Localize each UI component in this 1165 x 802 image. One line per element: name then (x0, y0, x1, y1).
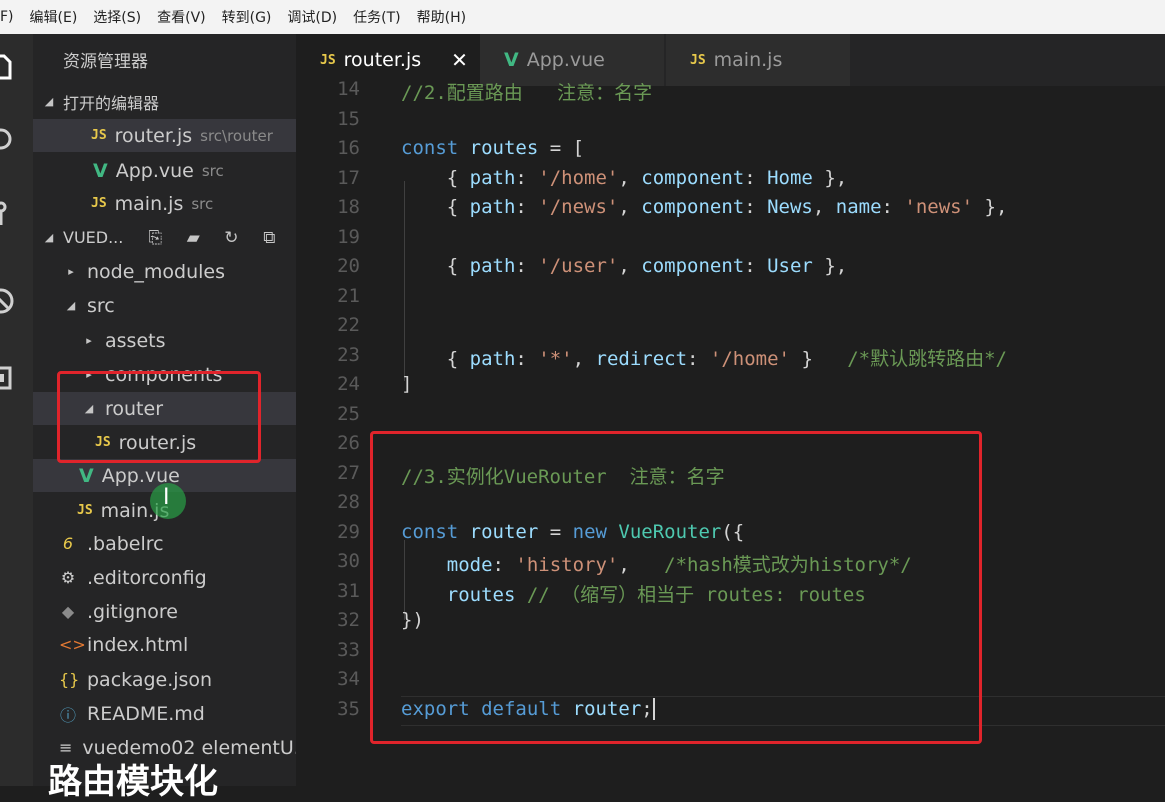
line-number: 32 (337, 609, 360, 631)
open-editor-router-js[interactable]: JS router.js src\router (33, 119, 296, 152)
text-cursor-icon: I (163, 485, 170, 510)
tree-item-src[interactable]: ◢ src (33, 289, 296, 322)
tree-item-babelrc[interactable]: 6 .babelrc (33, 527, 296, 560)
line-number: 33 (337, 638, 360, 661)
code-line[interactable]: { path: '*', redirect: '/home' } /*默认跳转路… (401, 344, 1007, 371)
tree-item-index-html[interactable]: <> index.html (33, 628, 296, 661)
extensions-icon[interactable] (0, 364, 16, 394)
video-caption: 路由模块化 (48, 762, 218, 802)
line-number: 25 (337, 402, 360, 425)
collapse-icon: ◢ (44, 231, 54, 244)
menu-debug[interactable]: 调试(D) (279, 7, 345, 27)
open-editor-app-vue[interactable]: V App.vue src (33, 154, 296, 187)
html-icon: <> (59, 635, 86, 654)
menu-tasks[interactable]: 任务(T) (345, 7, 408, 27)
js-file-icon: JS (77, 503, 93, 518)
code-line[interactable]: { path: '/user', component: User }, (401, 255, 847, 277)
line-number: 18 (337, 196, 360, 218)
line-number: 31 (337, 579, 360, 602)
vue-file-icon: V (79, 464, 94, 487)
menu-selection[interactable]: 选择(S) (85, 7, 149, 27)
close-icon[interactable]: ✕ (451, 48, 468, 72)
info-icon: ⓘ (59, 705, 76, 725)
tree-item-vuedemo02[interactable]: ≡ vuedemo02 elementU... (33, 731, 296, 764)
line-number: 28 (337, 491, 360, 513)
line-number: 24 (337, 373, 360, 395)
code-line[interactable]: //2.配置路由 注意：名字 (401, 78, 652, 105)
highlight-box-router-folder (57, 371, 261, 463)
tree-item-readme[interactable]: ⓘ README.md (33, 697, 296, 730)
line-number: 22 (337, 314, 360, 336)
code-line[interactable]: { path: '/news', component: News, name: … (401, 196, 1008, 218)
js-file-icon: JS (320, 52, 336, 68)
open-editors-header[interactable]: ◢ 打开的编辑器 (41, 85, 296, 118)
line-number: 20 (337, 255, 360, 277)
chevron-right-icon: ▸ (68, 265, 74, 278)
line-number: 15 (337, 107, 360, 130)
tree-item-gitignore[interactable]: ◆ .gitignore (33, 595, 296, 628)
activity-bar (0, 34, 33, 786)
menu-file[interactable]: F) (0, 9, 22, 25)
files-icon[interactable] (0, 52, 16, 82)
chevron-down-icon: ◢ (66, 299, 76, 312)
js-file-icon: JS (690, 52, 706, 68)
text-file-icon: ≡ (59, 738, 73, 757)
line-number: 14 (337, 78, 360, 100)
gear-icon: ⚙ (60, 568, 76, 587)
project-header[interactable]: ◢ VUED... ⎘ ▰ ↻ ⧉ (41, 221, 296, 254)
vue-file-icon: V (504, 49, 519, 71)
js-file-icon: JS (91, 196, 107, 211)
line-number: 23 (337, 343, 360, 366)
source-control-icon[interactable] (0, 199, 16, 229)
refresh-icon[interactable]: ↻ (217, 227, 245, 249)
code-line[interactable]: const routes = [ (401, 137, 584, 159)
code-line[interactable]: { path: '/home', component: Home }, (401, 167, 847, 189)
vue-file-icon: V (93, 159, 108, 182)
menu-go[interactable]: 转到(G) (214, 7, 280, 27)
line-number: 30 (337, 550, 360, 572)
tree-item-node-modules[interactable]: ▸ node_modules (33, 255, 296, 288)
highlight-box-router-instance (370, 431, 982, 744)
line-number: 19 (337, 225, 360, 248)
line-number: 35 (337, 697, 360, 720)
menu-help[interactable]: 帮助(H) (409, 7, 474, 27)
js-file-icon: JS (91, 128, 107, 143)
new-folder-icon[interactable]: ▰ (179, 227, 207, 249)
debug-icon[interactable] (0, 286, 16, 316)
babel-icon: 6 (62, 534, 74, 553)
open-editor-main-js[interactable]: JS main.js src (33, 187, 296, 220)
json-icon: {} (59, 670, 80, 689)
tree-item-assets[interactable]: ▸ assets (33, 324, 296, 357)
menu-bar: F) 编辑(E) 选择(S) 查看(V) 转到(G) 调试(D) 任务(T) 帮… (0, 0, 1165, 34)
line-number: 17 (337, 166, 360, 189)
collapse-all-icon[interactable]: ⧉ (255, 227, 283, 249)
line-number: 29 (337, 520, 360, 543)
git-icon: ◆ (61, 602, 75, 621)
explorer-title: 资源管理器 (63, 52, 148, 72)
line-number: 34 (337, 668, 360, 690)
tree-item-package-json[interactable]: {} package.json (33, 663, 296, 696)
tab-main-js[interactable]: JS main.js (666, 34, 850, 86)
line-number: 26 (337, 432, 360, 454)
search-icon[interactable] (0, 126, 16, 156)
code-line[interactable]: ] (401, 373, 412, 395)
tree-item-editorconfig[interactable]: ⚙ .editorconfig (33, 561, 296, 594)
new-file-icon[interactable]: ⎘ (141, 227, 169, 249)
chevron-right-icon: ▸ (86, 334, 92, 347)
menu-view[interactable]: 查看(V) (149, 7, 214, 27)
line-number: 21 (337, 284, 360, 307)
line-number: 16 (337, 137, 360, 159)
menu-edit[interactable]: 编辑(E) (22, 7, 86, 27)
line-number: 27 (337, 461, 360, 484)
collapse-icon: ◢ (44, 95, 54, 108)
